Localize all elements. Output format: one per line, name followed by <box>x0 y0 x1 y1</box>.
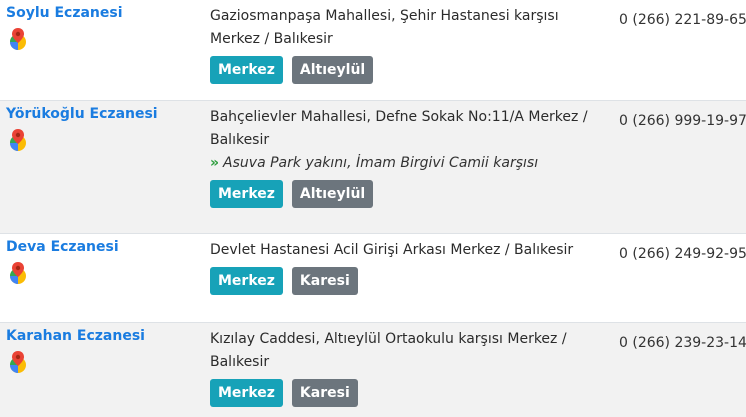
pharmacy-tags: Merkez Karesi <box>210 267 590 295</box>
district-badge[interactable]: Merkez <box>210 379 283 407</box>
district-badge[interactable]: Merkez <box>210 180 283 208</box>
pharmacy-row: Yörükoğlu Eczanesi Bahçelievler Mahalles… <box>0 100 746 233</box>
pharmacy-phone[interactable]: 0 (266) 999-19-97 <box>619 113 746 129</box>
pharmacy-name-link[interactable]: Deva Eczanesi <box>6 239 119 255</box>
pharmacy-phone[interactable]: 0 (266) 221-89-65 <box>619 12 746 28</box>
pharmacy-row: Soylu Eczanesi Gaziosmanpaşa Mahallesi, … <box>0 0 746 100</box>
pharmacy-row: Karahan Eczanesi Kızılay Caddesi, Altıey… <box>0 322 746 417</box>
area-badge[interactable]: Karesi <box>291 267 358 295</box>
google-maps-pin-icon[interactable] <box>8 261 28 285</box>
pharmacy-phone[interactable]: 0 (266) 249-92-95 <box>619 246 746 262</box>
pharmacy-address: Gaziosmanpaşa Mahallesi, Şehir Hastanesi… <box>210 8 559 47</box>
pharmacy-phone[interactable]: 0 (266) 239-23-14 <box>619 335 746 351</box>
pharmacy-address: Kızılay Caddesi, Altıeylül Ortaokulu kar… <box>210 331 567 370</box>
pharmacy-address-block: Devlet Hastanesi Acil Girişi Arkası Merk… <box>210 239 590 295</box>
pharmacy-row: Deva Eczanesi Devlet Hastanesi Acil Giri… <box>0 233 746 322</box>
pharmacy-name-link[interactable]: Yörükoğlu Eczanesi <box>6 106 158 122</box>
area-badge[interactable]: Altıeylül <box>291 56 374 84</box>
double-arrow-icon: » <box>210 155 220 171</box>
pharmacy-location-note: » Asuva Park yakını, İmam Birgivi Camii k… <box>210 152 590 175</box>
pharmacy-tags: Merkez Altıeylül <box>210 56 590 84</box>
district-badge[interactable]: Merkez <box>210 56 283 84</box>
google-maps-pin-icon[interactable] <box>8 350 28 374</box>
google-maps-pin-icon[interactable] <box>8 27 28 51</box>
pharmacy-tags: Merkez Karesi <box>210 379 590 407</box>
pharmacy-address-block: Kızılay Caddesi, Altıeylül Ortaokulu kar… <box>210 328 590 407</box>
pharmacy-name-link[interactable]: Karahan Eczanesi <box>6 328 145 344</box>
area-badge[interactable]: Karesi <box>291 379 358 407</box>
area-badge[interactable]: Altıeylül <box>291 180 374 208</box>
pharmacy-address: Bahçelievler Mahallesi, Defne Sokak No:1… <box>210 109 588 148</box>
pharmacy-name-link[interactable]: Soylu Eczanesi <box>6 5 123 21</box>
pharmacy-address-block: Bahçelievler Mahallesi, Defne Sokak No:1… <box>210 106 590 208</box>
pharmacy-address: Devlet Hastanesi Acil Girişi Arkası Merk… <box>210 242 574 258</box>
google-maps-pin-icon[interactable] <box>8 128 28 152</box>
pharmacy-tags: Merkez Altıeylül <box>210 180 590 208</box>
pharmacy-address-block: Gaziosmanpaşa Mahallesi, Şehir Hastanesi… <box>210 5 590 84</box>
district-badge[interactable]: Merkez <box>210 267 283 295</box>
location-note-text: Asuva Park yakını, İmam Birgivi Camii ka… <box>223 155 539 171</box>
